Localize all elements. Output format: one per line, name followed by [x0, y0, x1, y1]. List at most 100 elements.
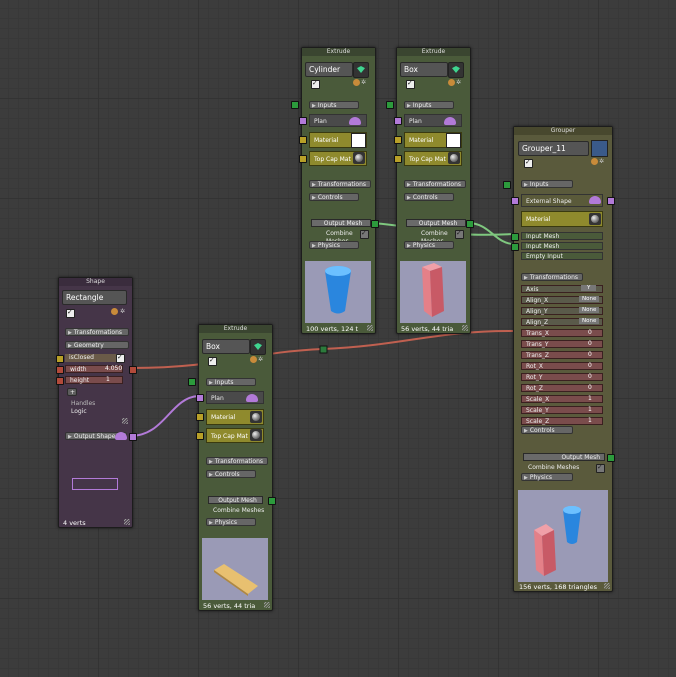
width-out-port[interactable] — [129, 366, 137, 374]
node-name-field[interactable]: Box — [400, 62, 448, 77]
trans-z-value[interactable]: 0 — [588, 351, 592, 358]
output-mesh-row[interactable]: Output Mesh — [208, 496, 263, 504]
inputs-foldout[interactable]: Inputs — [521, 180, 573, 188]
material-swatch[interactable] — [351, 133, 366, 148]
gem-icon[interactable] — [448, 62, 464, 78]
material-swatch[interactable] — [446, 133, 461, 148]
inputs-port[interactable] — [503, 181, 511, 189]
material-ball-icon[interactable] — [250, 411, 262, 423]
resize-grip-icon[interactable] — [122, 418, 128, 424]
resize-grip-icon[interactable] — [604, 583, 610, 589]
plan-port[interactable] — [394, 117, 402, 125]
enabled-checkbox[interactable] — [406, 79, 415, 89]
node-name-field[interactable]: Cylinder — [305, 62, 353, 77]
output-mesh-row[interactable]: Output Mesh — [523, 453, 605, 461]
gear-icon[interactable]: ✲ — [361, 79, 366, 86]
transformations-foldout[interactable]: Transformations — [309, 180, 371, 188]
logic-foldout[interactable]: Logic — [67, 408, 117, 416]
align-z-select[interactable]: None — [579, 318, 600, 324]
plan-port[interactable] — [196, 394, 204, 402]
enabled-checkbox[interactable] — [208, 356, 217, 366]
info-icon[interactable] — [448, 79, 455, 86]
controls-foldout[interactable]: Controls — [521, 426, 573, 434]
scale-y-value[interactable]: 1 — [588, 406, 592, 413]
combine-meshes-checkbox[interactable] — [360, 229, 369, 239]
rot-z-value[interactable]: 0 — [588, 384, 592, 391]
info-icon[interactable] — [250, 356, 257, 363]
plan-port[interactable] — [299, 117, 307, 125]
inputs-foldout[interactable]: Inputs — [404, 101, 454, 109]
enabled-checkbox[interactable] — [66, 308, 75, 318]
gear-icon[interactable]: ✲ — [599, 158, 604, 165]
height-value[interactable]: 1 — [106, 376, 110, 383]
gem-icon[interactable] — [353, 62, 369, 78]
extrude-cylinder-node[interactable]: Extrude Cylinder ✲ Inputs Plan Material … — [291, 47, 379, 334]
info-icon[interactable] — [111, 308, 118, 315]
inputs-foldout[interactable]: Inputs — [206, 378, 256, 386]
material-ball-icon[interactable] — [250, 429, 262, 441]
align-x-select[interactable]: None — [579, 296, 600, 302]
controls-foldout[interactable]: Controls — [206, 470, 256, 478]
trans-x-value[interactable]: 0 — [588, 329, 592, 336]
material-ball-icon[interactable] — [448, 152, 460, 164]
input-mesh-2-port[interactable] — [511, 243, 519, 251]
resize-grip-icon[interactable] — [264, 602, 270, 608]
input-mesh-1-port[interactable] — [511, 233, 519, 241]
controls-foldout[interactable]: Controls — [404, 193, 454, 201]
gear-icon[interactable]: ✲ — [120, 308, 125, 315]
inputs-port[interactable] — [386, 101, 394, 109]
inputs-port[interactable] — [291, 101, 299, 109]
physics-foldout[interactable]: Physics — [521, 473, 573, 481]
enabled-checkbox[interactable] — [524, 158, 533, 168]
align-y-select[interactable]: None — [579, 307, 600, 313]
add-button[interactable]: + — [67, 388, 77, 396]
gear-icon[interactable]: ✲ — [258, 356, 263, 363]
output-mesh-row[interactable]: Output Mesh — [406, 219, 466, 227]
extrude-box-bottom-node[interactable]: Extrude Box ✲ Inputs Plan Material Top C… — [188, 324, 276, 611]
resize-grip-icon[interactable] — [124, 519, 130, 525]
output-mesh-port[interactable] — [466, 220, 474, 228]
physics-foldout[interactable]: Physics — [206, 518, 256, 526]
material-port[interactable] — [196, 413, 204, 421]
output-mesh-row[interactable]: Output Mesh — [311, 219, 371, 227]
isclosed-port[interactable] — [56, 355, 64, 363]
transformations-foldout[interactable]: Transformations — [65, 328, 129, 336]
node-name-field[interactable]: Grouper_11 — [518, 141, 589, 156]
output-shape-port[interactable] — [129, 433, 137, 441]
gear-icon[interactable]: ✲ — [456, 79, 461, 86]
transformations-foldout[interactable]: Transformations — [404, 180, 466, 188]
width-port[interactable] — [56, 366, 64, 374]
material-ball-icon[interactable] — [589, 213, 601, 225]
external-shape-out-port[interactable] — [607, 197, 615, 205]
shape-name-field[interactable]: Rectangle — [62, 290, 127, 305]
rot-y-value[interactable]: 0 — [588, 373, 592, 380]
inputs-foldout[interactable]: Inputs — [309, 101, 359, 109]
topcap-port[interactable] — [394, 155, 402, 163]
axis-select[interactable]: Y — [581, 285, 597, 291]
grouper-icon[interactable] — [591, 140, 608, 157]
topcap-port[interactable] — [299, 155, 307, 163]
transformations-foldout[interactable]: Transformations — [206, 457, 268, 465]
scale-x-value[interactable]: 1 — [588, 395, 592, 402]
trans-y-value[interactable]: 0 — [588, 340, 592, 347]
physics-foldout[interactable]: Physics — [309, 241, 359, 249]
controls-foldout[interactable]: Controls — [309, 193, 359, 201]
output-mesh-port[interactable] — [268, 497, 276, 505]
material-port[interactable] — [299, 136, 307, 144]
shape-node[interactable]: Shape Rectangle ✲ Transformations Geomet… — [56, 277, 137, 528]
geometry-foldout[interactable]: Geometry — [65, 341, 129, 349]
scale-z-value[interactable]: 1 — [588, 417, 592, 424]
handles-foldout[interactable]: Handles — [67, 400, 117, 408]
external-shape-port[interactable] — [511, 197, 519, 205]
combine-meshes-checkbox[interactable] — [596, 463, 605, 473]
height-port[interactable] — [56, 377, 64, 385]
physics-foldout[interactable]: Physics — [404, 241, 454, 249]
width-value[interactable]: 4.050 — [105, 365, 122, 372]
resize-grip-icon[interactable] — [367, 325, 373, 331]
grouper-node[interactable]: Grouper Grouper_11 ✲ Inputs External Sha… — [503, 126, 615, 592]
node-name-field[interactable]: Box — [202, 339, 250, 354]
topcap-port[interactable] — [196, 432, 204, 440]
material-port[interactable] — [394, 136, 402, 144]
material-ball-icon[interactable] — [353, 152, 365, 164]
combine-meshes-checkbox[interactable] — [455, 229, 464, 239]
